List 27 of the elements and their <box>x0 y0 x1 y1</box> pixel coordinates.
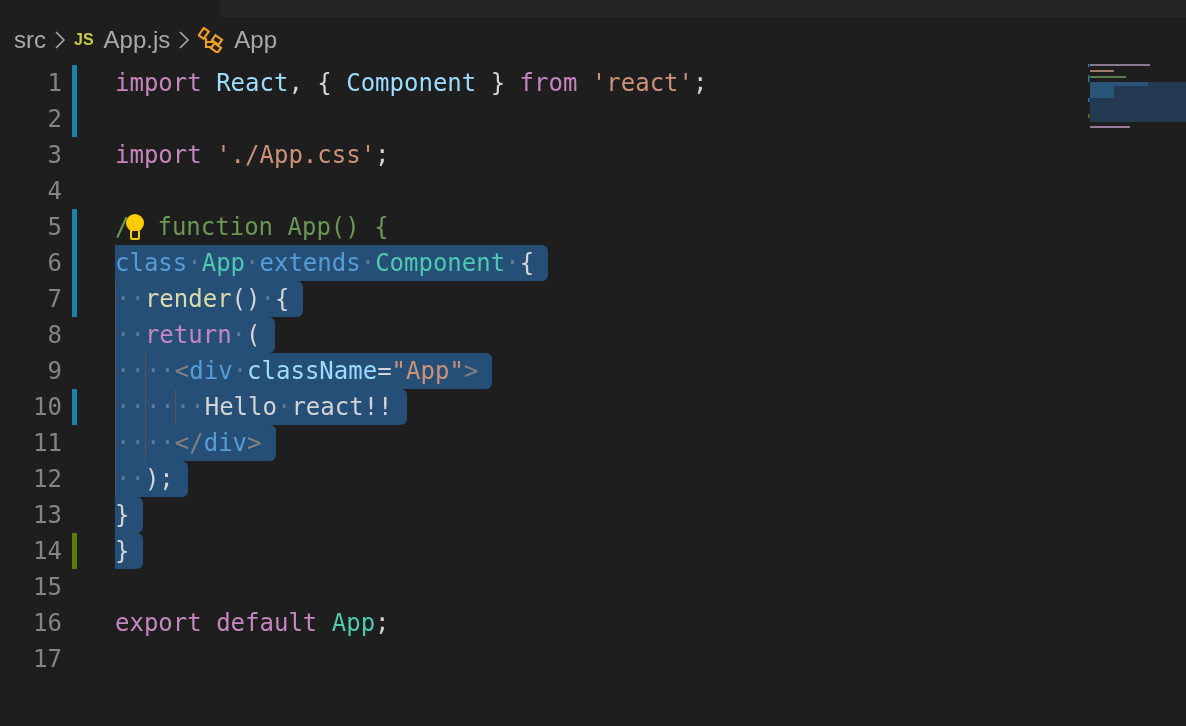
breadcrumb-item[interactable]: App <box>234 26 277 54</box>
line-number: 12 <box>32 465 62 493</box>
code-line: import './App.css'; <box>115 140 390 171</box>
chevron-right-icon <box>178 29 191 51</box>
breadcrumb-item[interactable]: src <box>14 26 46 54</box>
line-number: 13 <box>32 501 62 529</box>
line-number: 17 <box>32 645 62 673</box>
code-line: / function App() { <box>115 211 389 244</box>
line-number: 16 <box>32 609 62 637</box>
line-number: 10 <box>32 393 62 421</box>
line-number: 1 <box>46 69 62 97</box>
file-type-icon: JS <box>74 31 94 49</box>
line-number: 6 <box>46 249 62 277</box>
line-number: 5 <box>46 213 62 241</box>
line-number: 3 <box>46 141 62 169</box>
line-number: 14 <box>32 537 62 565</box>
line-number: 2 <box>46 105 62 133</box>
chevron-right-icon <box>54 29 66 51</box>
line-number: 4 <box>46 177 62 205</box>
line-number: 11 <box>32 429 62 457</box>
code-line: import React, { Component } from 'react'; <box>115 68 708 99</box>
line-number: 7 <box>46 285 62 313</box>
breadcrumb-item[interactable]: App.js <box>103 26 171 54</box>
line-number: 9 <box>46 357 62 385</box>
line-number: 15 <box>32 573 62 601</box>
code-line: export default App; <box>115 608 390 639</box>
line-number: 8 <box>46 321 62 349</box>
